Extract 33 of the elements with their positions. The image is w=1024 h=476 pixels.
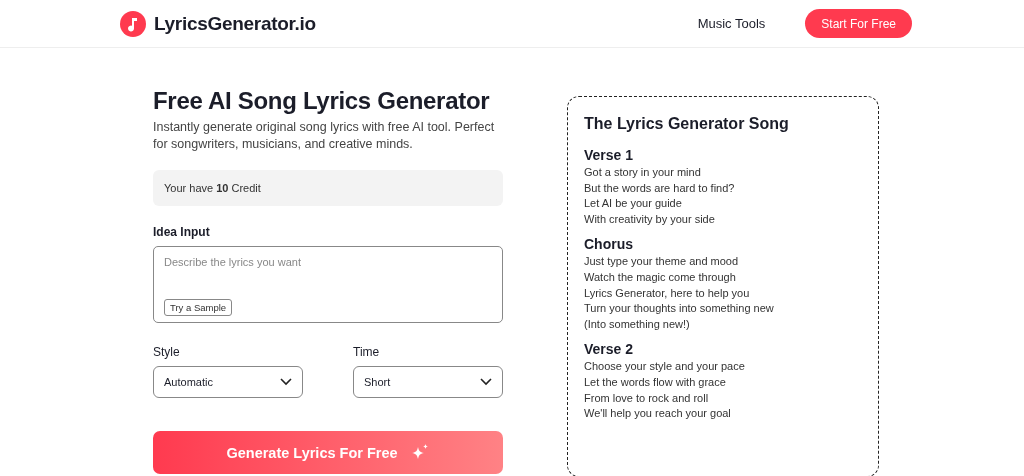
lyric-line: Got a story in your mind bbox=[584, 165, 702, 180]
site-logo[interactable]: LyricsGenerator.io bbox=[154, 12, 316, 35]
credit-notice: Your have 10 Credit bbox=[153, 170, 503, 206]
idea-input-field[interactable]: Describe the lyrics you want Try a Sample bbox=[153, 246, 503, 323]
lyric-line: Just type your theme and mood bbox=[584, 254, 740, 270]
lyric-line: Turn your thoughts into something new bbox=[584, 301, 775, 317]
chevron-down-icon bbox=[280, 378, 292, 386]
music-note-icon bbox=[120, 10, 146, 37]
lyric-line: But the words are hard to find? bbox=[584, 180, 736, 196]
nav-link[interactable]: Music Tools bbox=[697, 16, 766, 31]
lyric-line: Lyrics Generator, here to help you bbox=[584, 285, 751, 301]
lyric-line: Watch the magic come through bbox=[584, 269, 737, 285]
start-button[interactable]: Start For Free bbox=[805, 9, 912, 38]
chevron-down-icon bbox=[480, 378, 492, 386]
section-heading: Verse 2 bbox=[584, 341, 635, 358]
sample-button[interactable]: Try a Sample bbox=[164, 299, 233, 316]
page-title: Free AI Song Lyrics Generator bbox=[153, 87, 491, 115]
lyric-line: We'll help you reach your goal bbox=[584, 406, 732, 422]
lyric-line: With creativity by your side bbox=[584, 211, 716, 227]
lyric-line: Let AI be your guide bbox=[584, 196, 683, 212]
section-heading: Verse 1 bbox=[584, 147, 635, 163]
dropdown[interactable]: Short bbox=[353, 366, 503, 398]
lyric-line: Choose your style and your pace bbox=[584, 359, 746, 375]
song-title: The Lyrics Generator Song bbox=[584, 115, 790, 133]
section-heading: Chorus bbox=[584, 236, 634, 253]
field-label: Idea Input bbox=[153, 225, 211, 239]
lyric-line: (Into something new!) bbox=[584, 316, 691, 332]
field-label: Time bbox=[353, 345, 381, 359]
lyric-line: From love to rock and roll bbox=[584, 390, 710, 406]
field-label: Style bbox=[153, 345, 181, 359]
subtitle: Instantly generate original song lyrics with free AI tool. Perfect for songwriters, musicians, and creative minds. bbox=[153, 119, 496, 153]
dropdown[interactable]: Automatic bbox=[153, 366, 303, 398]
lyric-line: Let the words flow with grace bbox=[584, 374, 727, 390]
